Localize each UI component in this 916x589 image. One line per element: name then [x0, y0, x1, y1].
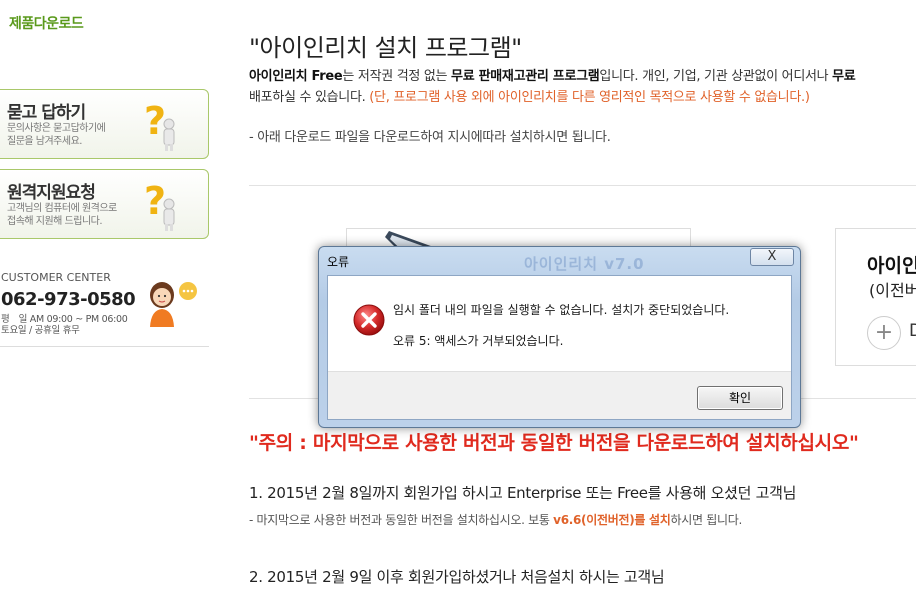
customer-center-hours: 평 일 AM 09:00 ~ PM 06:00 토요일 / 공휴일 휴무 — [1, 314, 128, 336]
sidebar-divider — [0, 346, 209, 347]
error-dialog: 오류 아이인리치 v7.0 X 임시 폴더 내의 파일을 실행할 수 없습니다.… — [318, 246, 801, 428]
sidebar-title: 제품다운로드 — [9, 16, 84, 32]
question-person-icon: ? — [144, 99, 175, 151]
remote-support-title: 원격지원요청 — [7, 183, 96, 203]
question-person-icon: ? — [144, 179, 175, 231]
hours-weekday: 평 일 AM 09:00 ~ PM 06:00 — [1, 314, 128, 325]
customer-center-phone: 062-973-0580 — [1, 289, 136, 310]
step1-note-highlight: v6.6(이전버전)를 설치 — [553, 513, 671, 527]
error-message: 임시 폴더 내의 파일을 실행할 수 없습니다. 설치가 중단되었습니다. — [393, 303, 730, 317]
support-agent-icon — [150, 282, 197, 327]
remote-desc-line2: 접속해 지원해 드립니다. — [7, 216, 103, 227]
step1-note-text: - 마지막으로 사용한 버전과 동일한 버전을 설치하십시오. 보통 — [249, 513, 554, 527]
download-instruction: - 아래 다운로드 파일을 다운로드하여 지시에따라 설치하시면 됩니다. — [249, 130, 611, 145]
intro-free: 무료 — [832, 69, 856, 84]
download-label[interactable]: D — [909, 321, 916, 341]
step1-heading: 1. 2015년 2월 8일까지 회원가입 하시고 Enterprise 또는 … — [249, 484, 797, 502]
intro-line2: 배포하실 수 있습니다. — [249, 90, 370, 105]
intro-warning: (단, 프로그램 사용 외에 아이인리치를 다른 영리적인 목적으로 사용할 수… — [369, 90, 810, 105]
remote-support-button[interactable]: 원격지원요청 고객님의 컴퓨터에 원격으로 접속해 지원해 드립니다. ? — [0, 169, 209, 239]
intro-product-name: 아이인리치 Free — [249, 69, 343, 84]
hours-weekend: 토요일 / 공휴일 휴무 — [1, 325, 80, 336]
dialog-body: 임시 폴더 내의 파일을 실행할 수 없습니다. 설치가 중단되었습니다. 오류… — [327, 275, 792, 420]
dialog-title: 오류 — [327, 255, 350, 269]
product-name: 아이인 — [867, 255, 916, 277]
product-card-previous[interactable]: 아이인 (이전버 + D — [835, 228, 916, 366]
dialog-titlebar[interactable]: 오류 아이인리치 v7.0 X — [319, 247, 800, 275]
error-icon — [353, 304, 385, 336]
remote-support-description: 고객님의 컴퓨터에 원격으로 접속해 지원해 드립니다. — [7, 202, 137, 228]
step2-heading: 2. 2015년 2월 9일 이후 회원가입하셨거나 처음설치 하시는 고객님 — [249, 568, 665, 586]
ok-button[interactable]: 확인 — [697, 386, 783, 410]
step1-note: - 마지막으로 사용한 버전과 동일한 버전을 설치하십시오. 보통 v6.6(… — [249, 511, 742, 528]
qna-button[interactable]: 묻고 답하기 문의사항은 묻고답하기에 질문을 남겨주세요. ? — [0, 89, 209, 159]
customer-center-label: CUSTOMER CENTER — [1, 271, 111, 284]
remote-desc-line1: 고객님의 컴퓨터에 원격으로 — [7, 203, 117, 214]
step1-note-tail: 하시면 됩니다. — [670, 513, 742, 527]
close-button[interactable]: X — [750, 248, 794, 266]
qna-description: 문의사항은 묻고답하기에 질문을 남겨주세요. — [7, 122, 137, 148]
section-divider — [249, 185, 916, 186]
page-title: "아이인리치 설치 프로그램" — [249, 34, 522, 62]
product-subtitle: (이전버 — [869, 281, 916, 300]
version-notice: "주의 : 마지막으로 사용한 버전과 동일한 버전을 다운로드하여 설치하십시… — [249, 432, 859, 454]
dialog-background-text: 아이인리치 v7.0 — [524, 255, 645, 273]
svg-text:?: ? — [144, 179, 166, 223]
qna-desc-line2: 질문을 남겨주세요. — [7, 136, 82, 147]
qna-desc-line1: 문의사항은 묻고답하기에 — [7, 123, 106, 134]
intro-text-b: 입니다. 개인, 기업, 기관 상관없이 어디서나 — [599, 69, 833, 84]
error-code-message: 오류 5: 액세스가 거부되었습니다. — [393, 334, 564, 348]
plus-icon[interactable]: + — [867, 316, 901, 350]
intro-text-a: 는 저작권 걱정 없는 — [342, 69, 452, 84]
svg-text:?: ? — [144, 99, 166, 143]
intro-highlight: 무료 판매재고관리 프로그램 — [451, 69, 600, 84]
intro-text: 아이인리치 Free는 저작권 걱정 없는 무료 판매재고관리 프로그램입니다.… — [249, 66, 916, 108]
qna-title: 묻고 답하기 — [7, 103, 86, 123]
